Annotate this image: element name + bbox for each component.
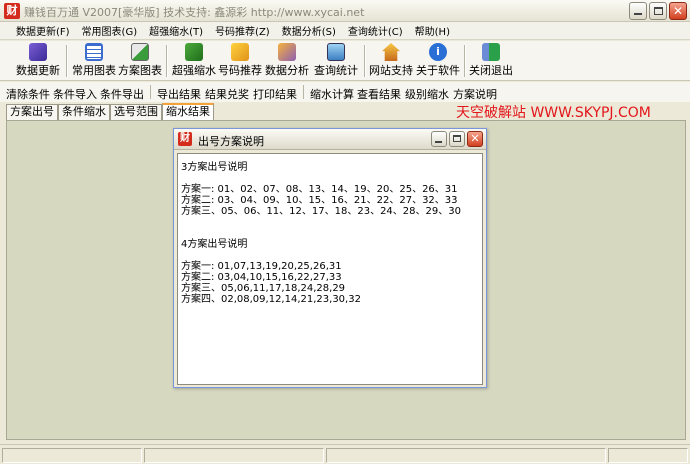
data-analysis-button[interactable]: 数据分析 <box>264 43 310 79</box>
toolbar-separator <box>166 45 167 77</box>
scheme-notes-button[interactable]: 方案说明 <box>453 86 497 102</box>
shrink-calc-button[interactable]: 缩水计算 <box>310 86 354 102</box>
toolbar-separator <box>364 45 365 77</box>
text-line: 方案二: 03、04、09、10、15、16、21、22、27、32、33 <box>181 195 458 206</box>
import-conditions-button[interactable]: 条件导入 <box>53 86 97 102</box>
text-line: 4方案出号说明 <box>181 239 248 250</box>
monitor-icon <box>327 43 345 61</box>
menu-help[interactable]: 帮助(H) <box>409 23 456 38</box>
about-button[interactable]: i 关于软件 <box>416 43 460 79</box>
dialog-controls: ✕ <box>431 131 483 147</box>
app-logo-icon: 财 <box>178 132 192 146</box>
tab-number-range[interactable]: 选号范围 <box>110 104 162 120</box>
menu-data-analysis[interactable]: 数据分析(S) <box>276 23 342 38</box>
menu-common-chart[interactable]: 常用图表(G) <box>76 23 144 38</box>
text-line: 方案二: 03,04,10,15,16,22,27,33 <box>181 272 342 283</box>
status-cell <box>326 448 606 463</box>
status-cell <box>2 448 142 463</box>
maximize-button[interactable] <box>649 2 667 20</box>
text-line: 方案三、05,06,11,17,18,24,28,29 <box>181 283 346 294</box>
exit-door-icon <box>482 43 500 61</box>
text-line: 方案三、05、06、11、12、17、18、23、24、28、29、30 <box>181 206 461 217</box>
main-toolbar: 数据更新 常用图表 方案图表 超强缩水 号码推荐 数据分析 查询统计 网站支持 … <box>0 41 690 81</box>
window-title: 赚钱百万通 V2007[豪华版] 技术支持: 鑫源彩 http://www.xy… <box>24 6 365 19</box>
title-bar: 财 赚钱百万通 V2007[豪华版] 技术支持: 鑫源彩 http://www.… <box>0 0 690 22</box>
secondary-toolbar: 清除条件 条件导入 条件导出 导出结果 结果兑奖 打印结果 缩水计算 查看结果 … <box>0 82 690 102</box>
dialog-text-area[interactable]: 3方案出号说明 方案一: 01、02、07、08、13、14、19、20、25、… <box>177 153 483 385</box>
info-icon: i <box>429 43 447 61</box>
tab-shrink-results[interactable]: 缩水结果 <box>162 103 214 120</box>
dialog-close-button[interactable]: ✕ <box>467 131 483 147</box>
dialog-minimize-button[interactable] <box>431 131 447 147</box>
close-icon: ✕ <box>672 4 684 18</box>
print-results-button[interactable]: 打印结果 <box>253 86 297 102</box>
text-line: 3方案出号说明 <box>181 162 248 173</box>
minimize-icon <box>435 141 442 143</box>
menu-data-update[interactable]: 数据更新(F) <box>10 23 76 38</box>
text-line: 方案一: 01、02、07、08、13、14、19、20、25、26、31 <box>181 184 458 195</box>
window-controls: ✕ <box>629 2 687 20</box>
grid-chart-icon <box>85 43 103 61</box>
toolbar-separator <box>303 85 304 99</box>
status-cell <box>608 448 688 463</box>
text-line: 方案四、02,08,09,12,14,21,23,30,32 <box>181 294 361 305</box>
query-stats-button[interactable]: 查询统计 <box>313 43 359 79</box>
common-chart-button[interactable]: 常用图表 <box>72 43 116 79</box>
menu-bar: 数据更新(F) 常用图表(G) 超强缩水(T) 号码推荐(Z) 数据分析(S) … <box>0 22 690 40</box>
text-line: 方案一: 01,07,13,19,20,25,26,31 <box>181 261 342 272</box>
analysis-icon <box>278 43 296 61</box>
dialog-title-bar[interactable]: 财 出号方案说明 ✕ <box>174 129 486 150</box>
menu-query-stats[interactable]: 查询统计(C) <box>342 23 409 38</box>
toolbar-separator <box>66 45 67 77</box>
close-icon: ✕ <box>470 132 480 145</box>
status-bar <box>0 444 690 464</box>
shrink-icon <box>185 43 203 61</box>
maximize-icon <box>654 7 663 15</box>
table-chart-icon <box>131 43 149 61</box>
dialog-title: 出号方案说明 <box>198 135 264 148</box>
status-cell <box>144 448 324 463</box>
menu-super-shrink[interactable]: 超强缩水(T) <box>143 23 209 38</box>
minimize-icon <box>634 13 642 15</box>
clear-conditions-button[interactable]: 清除条件 <box>6 86 50 102</box>
export-results-button[interactable]: 导出结果 <box>157 86 201 102</box>
scheme-notes-dialog: 财 出号方案说明 ✕ 3方案出号说明 方案一: 01、02、07、08、13、1… <box>173 128 487 388</box>
close-button[interactable]: ✕ <box>669 2 687 20</box>
tab-scheme-output[interactable]: 方案出号 <box>6 104 58 120</box>
maximize-icon <box>453 135 461 142</box>
home-icon <box>382 43 400 61</box>
coins-icon <box>231 43 249 61</box>
tab-condition-shrink[interactable]: 条件缩水 <box>58 104 110 120</box>
dialog-maximize-button[interactable] <box>449 131 465 147</box>
exit-button[interactable]: 关闭退出 <box>469 43 513 79</box>
menu-number-recommend[interactable]: 号码推荐(Z) <box>209 23 276 38</box>
data-update-button[interactable]: 数据更新 <box>14 43 62 79</box>
number-recommend-button[interactable]: 号码推荐 <box>218 43 262 79</box>
web-support-button[interactable]: 网站支持 <box>368 43 414 79</box>
toolbar-separator <box>464 45 465 77</box>
minimize-button[interactable] <box>629 2 647 20</box>
export-conditions-button[interactable]: 条件导出 <box>100 86 144 102</box>
watermark-text: 天空破解站 WWW.SKYPJ.COM <box>456 105 651 121</box>
toolbar-separator <box>150 85 151 99</box>
books-icon <box>29 43 47 61</box>
super-shrink-button[interactable]: 超强缩水 <box>172 43 216 79</box>
level-shrink-button[interactable]: 级别缩水 <box>405 86 449 102</box>
app-logo-icon: 财 <box>4 3 20 19</box>
view-results-button[interactable]: 查看结果 <box>357 86 401 102</box>
redeem-results-button[interactable]: 结果兑奖 <box>205 86 249 102</box>
scheme-chart-button[interactable]: 方案图表 <box>118 43 162 79</box>
